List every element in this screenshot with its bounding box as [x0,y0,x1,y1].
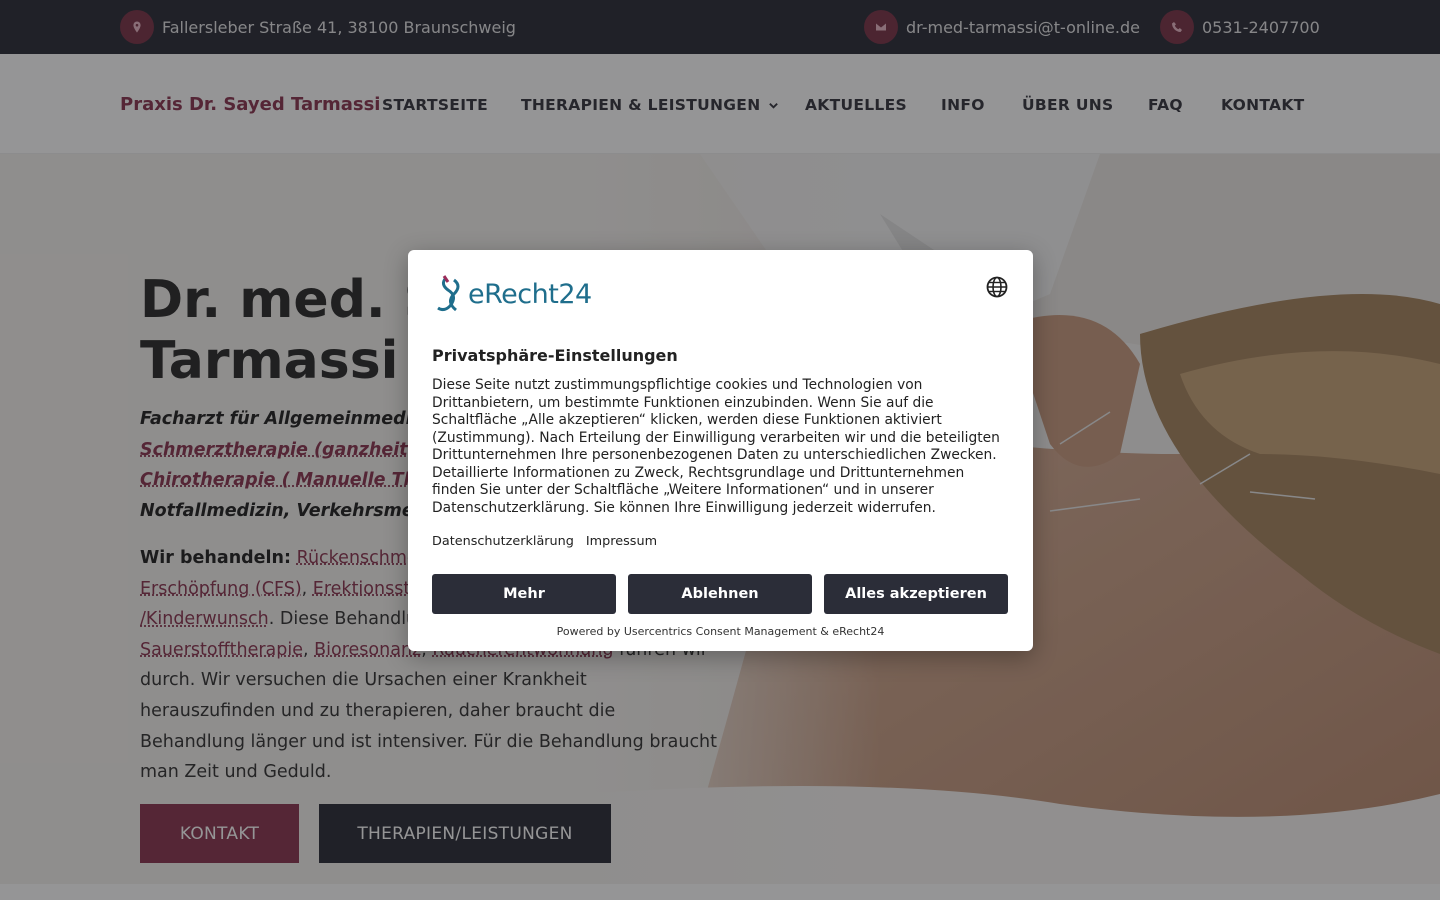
language-globe-icon[interactable] [986,276,1008,298]
consent-desc-line: Detaillierte Informationen zu Zweck, Rec… [432,464,965,481]
consent-dialog: eRecht24 Privatsphäre-Einstellungen Dies… [408,250,1033,651]
erecht24-logo-text: eRecht24 [468,278,592,310]
erecht24-logo: eRecht24 [432,274,592,314]
accept-all-button[interactable]: Alles akzeptieren [824,574,1008,614]
consent-desc-line: Schaltfläche „Alle akzeptieren“ klicken,… [432,412,942,428]
powered-by-text: Powered by Usercentrics Consent Manageme… [556,625,885,638]
consent-links: Datenschutzerklärung Impressum [432,534,657,549]
erecht24-logo-mark-icon [437,275,460,312]
consent-desc-line: (Zustimmung). Nach Erteilung der Einwill… [432,429,1000,446]
more-button[interactable]: Mehr [432,574,616,614]
consent-desc-line: Datenschutzerklärung. Sie können Ihre Ei… [432,499,936,516]
consent-desc-line: Diese Seite nutzt zustimmungspflichtige … [432,377,923,393]
consent-title: Privatsphäre-Einstellungen [432,346,678,365]
imprint-link[interactable]: Impressum [586,534,657,549]
consent-desc-line: Drittunternehmen Ihre personenbezogenen … [432,447,997,463]
decline-button[interactable]: Ablehnen [628,574,812,614]
privacy-policy-link[interactable]: Datenschutzerklärung [432,534,574,549]
consent-description: Diese Seite nutzt zustimmungspflichtige … [432,377,1014,517]
consent-desc-line: Drittanbietern, um bestimmte Funktionen … [432,394,934,411]
consent-desc-line: finden Sie unter der Schaltfläche „Weite… [432,482,934,498]
